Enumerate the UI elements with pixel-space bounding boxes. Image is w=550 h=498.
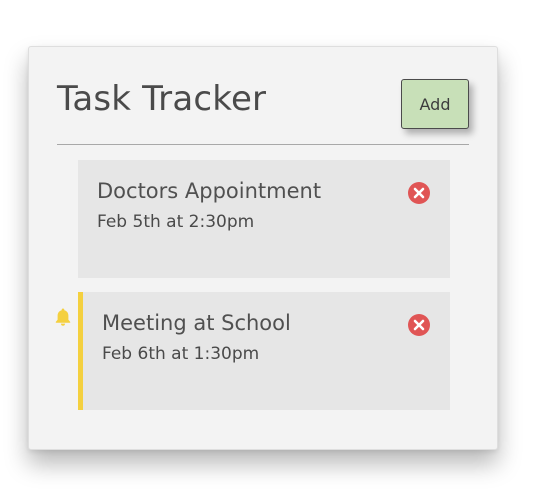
task-title: Doctors Appointment [97,179,322,203]
task-date: Feb 5th at 2:30pm [97,212,255,232]
task-item-reminder[interactable]: Meeting at School Feb 6th at 1:30pm [78,292,450,410]
task-item[interactable]: Doctors Appointment Feb 5th at 2:30pm [78,160,450,278]
bell-icon [55,308,71,326]
task-title: Meeting at School [102,311,291,335]
page-title: Task Tracker [57,79,267,119]
header-divider [57,144,469,145]
task-tracker-card: Task Tracker Add Doctors Appointment Feb… [28,46,498,450]
add-task-button[interactable]: Add [401,79,469,129]
delete-icon[interactable] [408,182,430,204]
task-date: Feb 6th at 1:30pm [102,344,260,364]
delete-icon[interactable] [408,314,430,336]
